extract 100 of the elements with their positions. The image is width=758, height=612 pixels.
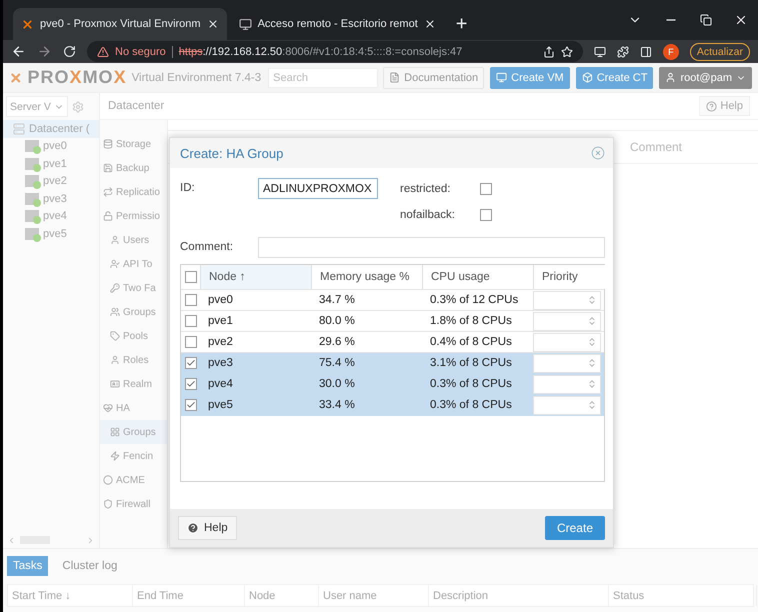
table-row[interactable]: pve2 29.6 % 0.4% of 8 CPUs (181, 332, 604, 353)
nav-item[interactable]: Roles (100, 348, 167, 372)
nav-item[interactable]: API To (100, 252, 167, 276)
nav-item[interactable]: Users (100, 228, 167, 252)
x-logo-icon (21, 18, 34, 30)
profile-avatar[interactable]: F (662, 44, 679, 60)
column-header[interactable]: Priority (533, 265, 606, 289)
puzzle-icon[interactable] (616, 46, 629, 58)
tree-item[interactable]: pve4 (3, 208, 99, 225)
field-label: Comment: (180, 241, 234, 253)
column-header[interactable]: Node ↑ (200, 265, 311, 289)
nav-item[interactable]: Fencin (100, 444, 167, 468)
column-header[interactable]: Description (429, 585, 609, 606)
comment-field[interactable] (258, 236, 605, 258)
address-field[interactable]: No seguro https://192.168.12.50:8006/#v1:0:18:4:5::::8:=consolejs:47 (87, 41, 583, 62)
nav-item[interactable]: Backup (100, 156, 167, 180)
share-icon[interactable] (542, 46, 555, 58)
chevron-right-icon[interactable] (86, 536, 95, 544)
browser-tab[interactable]: pve0 - Proxmox Virtual Environm (13, 8, 227, 40)
checkbox[interactable] (184, 399, 196, 411)
key-icon (110, 283, 120, 293)
document-icon (389, 72, 400, 83)
close-icon[interactable] (424, 18, 436, 30)
table-row[interactable]: pve1 80.0 % 1.8% of 8 CPUs (181, 311, 604, 332)
nav-item[interactable]: Realm (100, 372, 167, 396)
database-icon (103, 139, 113, 149)
header-button[interactable]: Create VM (490, 66, 570, 88)
nav-item[interactable]: Storage (100, 132, 167, 156)
table-row[interactable]: pve0 34.7 % 0.3% of 12 CPUs (181, 290, 604, 311)
chevron-left-icon[interactable] (7, 536, 16, 544)
header-button[interactable]: Create CT (576, 66, 654, 88)
gear-icon[interactable] (72, 100, 84, 112)
update-button[interactable]: Actualizar (690, 42, 750, 60)
view-select[interactable]: Server V (6, 96, 68, 117)
select-all-checkbox[interactable] (184, 271, 196, 283)
back-icon[interactable] (11, 44, 26, 59)
browser-tab[interactable]: Acceso remoto - Escritorio remot (230, 8, 444, 40)
nav-item[interactable]: Groups (100, 300, 167, 324)
panel-tab[interactable]: Cluster log (56, 556, 124, 576)
node-icon (25, 192, 39, 205)
tree-item[interactable]: pve3 (3, 190, 99, 208)
monitor-icon[interactable] (594, 46, 606, 58)
nav-item[interactable]: HA (100, 396, 167, 420)
reload-icon[interactable] (63, 45, 76, 58)
help-button[interactable]: Help (699, 96, 750, 116)
restore-icon[interactable] (700, 14, 712, 26)
checkbox[interactable] (184, 315, 196, 327)
nav-item[interactable]: ACME (100, 468, 167, 492)
forward-icon[interactable] (37, 44, 52, 59)
node-icon (25, 175, 39, 188)
tab-title: pve0 - Proxmox Virtual Environm (40, 18, 201, 30)
checkbox[interactable] (184, 378, 196, 390)
tree-item[interactable]: pve1 (3, 155, 99, 172)
id-field[interactable]: ADLINUXPROXMOX (258, 178, 378, 199)
new-tab-button[interactable]: + (448, 8, 476, 40)
column-header[interactable]: User name (319, 585, 429, 606)
field-label: restricted: (400, 183, 452, 195)
table-cell-text: 0.3% of 12 CPUs (429, 294, 520, 306)
priority-spinner[interactable] (533, 354, 601, 372)
checkbox[interactable] (480, 183, 492, 195)
checkbox[interactable] (184, 357, 196, 369)
header-button[interactable]: root@pam (659, 66, 752, 88)
tree-item[interactable]: Datacenter ( (3, 120, 99, 138)
checkbox[interactable] (480, 209, 492, 221)
close-icon[interactable] (734, 13, 748, 27)
column-header[interactable]: Start Time ↓ (8, 585, 133, 606)
priority-spinner[interactable] (533, 374, 601, 394)
table-row[interactable]: pve3 75.4 % 3.1% of 8 CPUs (181, 353, 604, 374)
close-icon[interactable] (206, 18, 219, 30)
nav-item[interactable]: Groups (100, 420, 167, 444)
create-button[interactable]: Create (544, 516, 605, 540)
tree-item[interactable]: pve0 (3, 138, 99, 155)
priority-spinner[interactable] (533, 396, 601, 414)
table-cell-text: 1.8% of 8 CPUs (429, 315, 513, 327)
side-panel-icon[interactable] (640, 46, 652, 58)
nav-item[interactable]: Permissio (100, 204, 167, 228)
column-header[interactable]: End Time (133, 585, 245, 606)
panel-tab[interactable]: Tasks (7, 556, 48, 576)
header-button[interactable]: Documentation (383, 66, 484, 88)
checkbox[interactable] (184, 294, 196, 306)
tree-item[interactable]: pve5 (3, 225, 99, 242)
table-row[interactable]: pve5 33.4 % 0.3% of 8 CPUs (181, 395, 604, 416)
table-cell-text: 3.1% of 8 CPUs (429, 357, 513, 369)
column-header[interactable]: Node (245, 585, 319, 606)
user-icon (110, 235, 120, 245)
star-icon[interactable] (560, 46, 573, 58)
tree-item[interactable]: pve2 (3, 172, 99, 190)
table-cell-text: pve0 (207, 294, 234, 306)
table-cell-text: pve3 (207, 357, 234, 369)
search-field[interactable]: Search (268, 68, 378, 88)
checkbox[interactable] (184, 336, 196, 348)
column-header[interactable]: Status (609, 585, 757, 606)
nav-item[interactable]: Firewall (100, 492, 167, 516)
table-cell-text: pve2 (207, 336, 234, 348)
nav-item[interactable]: Replicatio (100, 180, 167, 204)
nav-item[interactable]: Two Fa (100, 276, 167, 300)
nav-item[interactable]: Pools (100, 324, 167, 348)
table-row[interactable]: pve4 30.0 % 0.3% of 8 CPUs (181, 374, 604, 395)
field-label: nofailback: (400, 209, 456, 221)
help-button[interactable]: Help (178, 516, 237, 540)
